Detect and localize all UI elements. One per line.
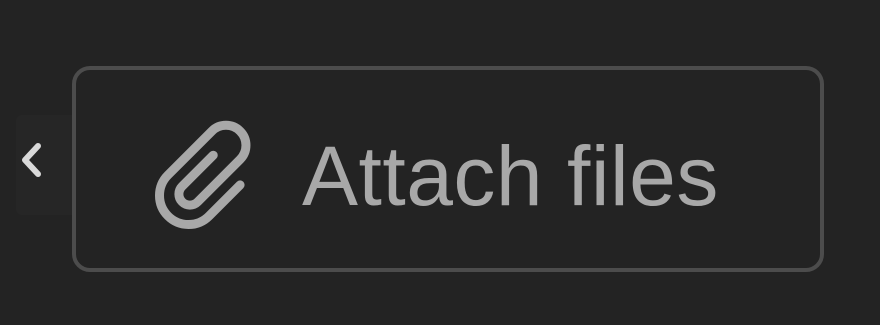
- attach-files-label: Attach files: [302, 129, 719, 223]
- paperclip-icon: [154, 120, 264, 235]
- attach-files-button[interactable]: Attach files: [72, 66, 824, 272]
